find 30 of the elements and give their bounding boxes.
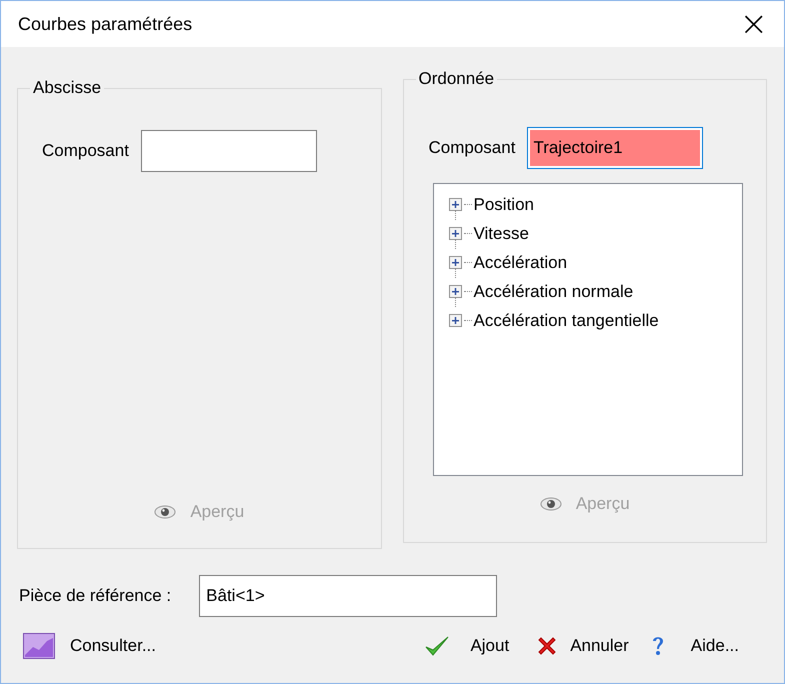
help-button[interactable]: Aide... [650, 631, 739, 661]
expand-toggle[interactable] [448, 314, 462, 327]
eye-icon [540, 497, 562, 511]
add-button[interactable]: Ajout [424, 631, 510, 661]
field-label: Pièce de référence : [19, 586, 172, 606]
cross-icon [536, 635, 558, 657]
checkmark-icon [424, 635, 450, 657]
group-title: Ordonnée [418, 69, 496, 89]
cancel-button[interactable]: Annuler [536, 631, 629, 661]
eye-icon [154, 505, 176, 519]
tree-item[interactable]: Accélération normale [474, 282, 634, 302]
component-field[interactable] [140, 130, 317, 172]
tree-item[interactable]: Vitesse [474, 224, 529, 244]
tree-item[interactable]: Accélération [474, 252, 568, 272]
consult-button[interactable]: Consulter... [23, 629, 156, 663]
field-label: Composant [428, 138, 516, 158]
expand-toggle[interactable] [448, 285, 462, 298]
tree-item[interactable]: Accélération tangentielle [474, 310, 659, 330]
expand-toggle[interactable] [448, 227, 462, 240]
component-field[interactable]: Trajectoire1 [527, 127, 704, 169]
window-title: Courbes paramétrées [18, 14, 192, 34]
close-button[interactable]: × [734, 7, 774, 41]
expand-toggle[interactable] [448, 256, 462, 269]
group-title: Abscisse [32, 78, 102, 98]
expand-toggle[interactable] [448, 198, 462, 211]
reference-field[interactable]: Bâti<1> [199, 575, 498, 617]
chart-icon [23, 633, 55, 659]
tree-item[interactable]: Position [474, 194, 534, 214]
field-label: Composant [42, 141, 129, 161]
question-icon [650, 635, 665, 657]
